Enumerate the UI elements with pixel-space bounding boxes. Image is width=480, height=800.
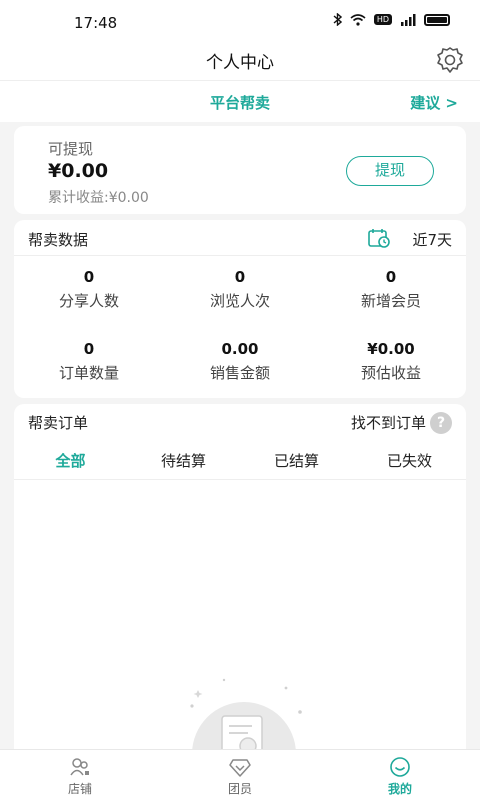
tab-expired[interactable]: 已失效 bbox=[353, 450, 466, 471]
tab-all[interactable]: 全部 bbox=[14, 450, 127, 471]
stat-label: 销售金额 bbox=[209, 364, 270, 382]
stat-label: 分享人数 bbox=[58, 292, 119, 310]
stat-value: 0 bbox=[83, 268, 95, 286]
tab-pending[interactable]: 待结算 bbox=[127, 450, 240, 471]
header: 个人中心 bbox=[0, 40, 480, 80]
gear-icon[interactable] bbox=[434, 44, 466, 76]
stat-value: 0 bbox=[83, 340, 95, 358]
orders-card: 帮卖订单 找不到订单 ? 全部 待结算 已结算 已失效 bbox=[14, 404, 466, 754]
stat-new-members: 0 新增会员 bbox=[316, 268, 466, 311]
withdraw-card: 可提现 ¥0.00 累计收益:¥0.00 提现 bbox=[14, 126, 466, 214]
stats-card: 帮卖数据 近7天 0 分享人数 0 浏览人次 0 新增会员 0 订单数量 0.0… bbox=[14, 220, 466, 398]
suggest-link[interactable]: 建议 > bbox=[410, 92, 458, 113]
status-bar: 17:48 HD bbox=[0, 0, 480, 40]
wifi-icon bbox=[350, 13, 366, 26]
stat-share-count: 0 分享人数 bbox=[14, 268, 164, 311]
bottom-tab-bar: 店铺 团员 我的 bbox=[0, 749, 480, 800]
stat-value: ¥0.00 bbox=[367, 340, 415, 358]
stat-view-count: 0 浏览人次 bbox=[165, 268, 315, 311]
diamond-icon bbox=[229, 759, 251, 777]
stat-label: 预估收益 bbox=[360, 364, 421, 382]
help-icon[interactable]: ? bbox=[430, 412, 452, 434]
smiley-icon bbox=[390, 757, 410, 777]
status-time: 17:48 bbox=[74, 14, 118, 32]
empty-orders-illustration bbox=[190, 678, 302, 754]
withdraw-amount: ¥0.00 bbox=[48, 160, 109, 182]
stats-title: 帮卖数据 bbox=[28, 231, 89, 249]
order-tabs: 全部 待结算 已结算 已失效 bbox=[14, 448, 466, 480]
signal-icon bbox=[401, 13, 416, 26]
orders-title: 帮卖订单 bbox=[28, 414, 89, 432]
tabbar-members[interactable]: 团员 bbox=[190, 756, 290, 797]
bluetooth-icon bbox=[333, 13, 342, 26]
tab-settled[interactable]: 已结算 bbox=[240, 450, 353, 471]
tabbar-store[interactable]: 店铺 bbox=[30, 756, 130, 797]
status-icons: HD bbox=[333, 13, 450, 26]
stat-label: 新增会员 bbox=[360, 292, 421, 310]
nav-title: 平台帮卖 bbox=[209, 94, 270, 112]
stat-estimated-earnings: ¥0.00 预估收益 bbox=[316, 340, 466, 383]
page-title: 个人中心 bbox=[206, 53, 274, 73]
platform-nav: 平台帮卖 建议 > bbox=[0, 80, 480, 122]
tabbar-label: 店铺 bbox=[67, 782, 92, 796]
withdraw-button[interactable]: 提现 bbox=[346, 156, 434, 186]
order-not-found-link[interactable]: 找不到订单 bbox=[351, 412, 426, 433]
store-icon bbox=[70, 758, 89, 776]
stat-label: 浏览人次 bbox=[209, 292, 270, 310]
stat-label: 订单数量 bbox=[58, 364, 119, 382]
withdraw-label: 可提现 bbox=[48, 140, 94, 158]
hd-badge: HD bbox=[373, 14, 392, 25]
stat-order-count: 0 订单数量 bbox=[14, 340, 164, 383]
stat-value: 0 bbox=[385, 268, 397, 286]
calendar-icon[interactable] bbox=[368, 228, 390, 248]
stat-value: 0 bbox=[234, 268, 246, 286]
stats-header: 帮卖数据 近7天 bbox=[14, 220, 466, 256]
battery-icon bbox=[424, 13, 450, 26]
tabbar-label: 团员 bbox=[227, 782, 252, 796]
total-earnings: 累计收益:¥0.00 bbox=[48, 190, 149, 206]
date-range[interactable]: 近7天 bbox=[412, 229, 452, 250]
stat-value: 0.00 bbox=[221, 340, 259, 358]
tabbar-mine[interactable]: 我的 bbox=[350, 756, 450, 797]
tabbar-label: 我的 bbox=[387, 782, 412, 796]
stat-sales-amount: 0.00 销售金额 bbox=[165, 340, 315, 383]
